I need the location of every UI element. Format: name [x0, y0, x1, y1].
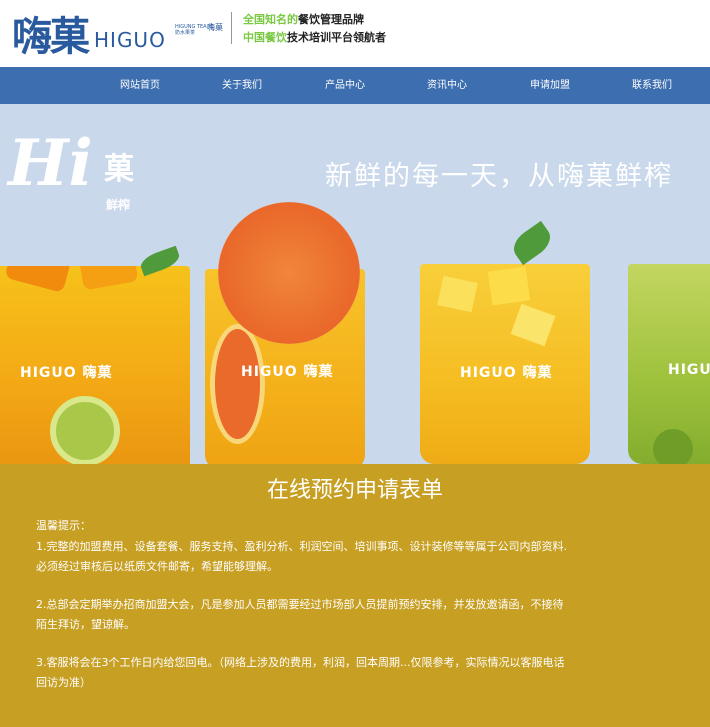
tip-1-line-1: 1.完整的加盟费用、设备套餐、服务支持、盈利分析、利润空间、培训事项、设计装修等… [36, 540, 567, 553]
header-divider [231, 12, 232, 44]
mint-leaf-icon [508, 220, 556, 266]
lime-drink-image: HIGU [628, 264, 710, 464]
cup-brand-label: HIGUO 嗨菓 [20, 365, 113, 381]
cup-brand-label: HIGU [668, 362, 710, 378]
logo-english[interactable]: HIGUO [94, 28, 166, 52]
hi-logo-sub: 鲜榨 [106, 198, 131, 212]
pineapple-drink-image: HIGUO 嗨菓 [420, 264, 590, 464]
mango-drink-image: HIGUO 嗨菓 [0, 266, 190, 464]
site-header: 嗨菓 HIGUO HIGUNG TEA 鲜奶水果茶 嗨菓 全国知名的餐饮管理品牌… [0, 0, 710, 66]
nav-item-home[interactable]: 网站首页 [120, 67, 160, 104]
nav-item-contact[interactable]: 联系我们 [632, 67, 672, 104]
tip-3-line-2: 回访为准） [36, 676, 91, 689]
form-title: 在线预约申请表单 [266, 478, 443, 503]
nav-item-franchise[interactable]: 申请加盟 [530, 67, 570, 104]
tip-3-line-1: 3.客服将会在3个工作日内给您回电。（网络上涉及的费用，利润，回本周期...仅限… [36, 656, 565, 669]
nav-item-news[interactable]: 资讯中心 [427, 67, 467, 104]
hi-logo: Hi [8, 126, 93, 201]
tip-1-line-2: 必须经过审核后以纸质文件邮寄，希望能够理解。 [36, 560, 278, 573]
tips-label: 温馨提示： [36, 519, 91, 532]
hero-banner[interactable]: Hi 菓 鲜榨 新鲜的每一天，从嗨菓鲜榨 HIGUO 嗨菓 HIGUO 嗨菓 H… [0, 104, 710, 464]
tip-2-line-2: 陌生拜访，望谅解。 [36, 618, 135, 631]
hi-logo-guo: 菓 [104, 152, 134, 187]
main-nav: 网站首页 关于我们 产品中心 资讯中心 申请加盟 联系我们 [0, 67, 710, 104]
application-form-section: 在线预约申请表单 温馨提示： 1.完整的加盟费用、设备套餐、服务支持、盈利分析、… [0, 464, 710, 727]
grapefruit-slice-icon [218, 202, 360, 344]
cup-brand-label: HIGUO 嗨菓 [460, 365, 553, 381]
banner-headline: 新鲜的每一天，从嗨菓鲜榨 [325, 161, 673, 192]
nav-item-products[interactable]: 产品中心 [325, 67, 365, 104]
logo-mark: 嗨菓 [207, 23, 223, 32]
slogan-line-1: 全国知名的餐饮管理品牌 [243, 13, 364, 26]
logo-chinese[interactable]: 嗨菓 [12, 4, 90, 62]
cup-brand-label: HIGUO 嗨菓 [241, 364, 334, 380]
nav-item-about[interactable]: 关于我们 [222, 67, 262, 104]
slogan-line-2: 中国餐饮技术培训平台领航者 [243, 31, 386, 44]
tip-2-line-1: 2.总部会定期举办招商加盟大会，凡是参加人员都需要经过市场部人员提前预约安排，并… [36, 598, 564, 611]
